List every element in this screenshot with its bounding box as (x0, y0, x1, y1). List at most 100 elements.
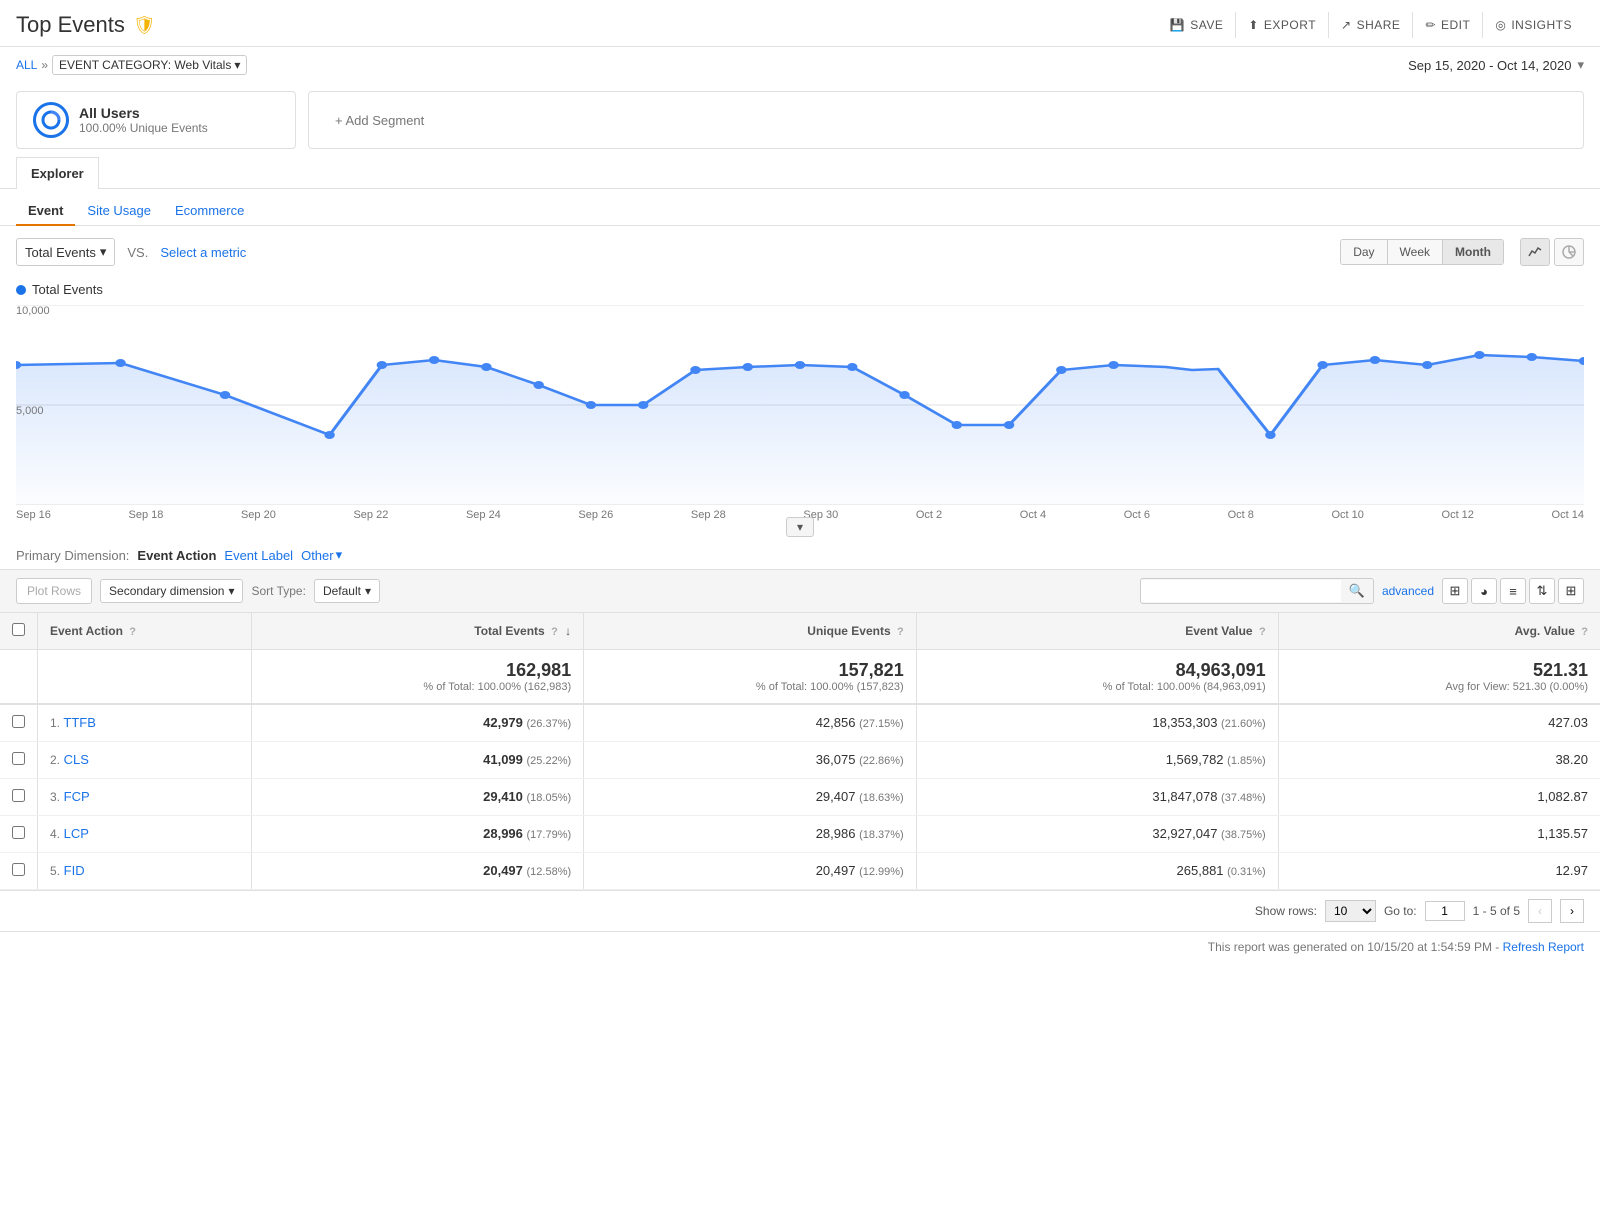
row-event-action: 5. FID (38, 853, 252, 890)
segment-sub: 100.00% Unique Events (79, 121, 208, 135)
date-range-selector[interactable]: Sep 15, 2020 - Oct 14, 2020 ▾ (1408, 57, 1584, 73)
row-unique-events: 36,075 (22.86%) (584, 742, 917, 779)
all-users-segment[interactable]: All Users 100.00% Unique Events (16, 91, 296, 149)
row-number: 3. (50, 790, 60, 804)
line-chart-button[interactable] (1520, 238, 1550, 266)
search-icon[interactable]: 🔍 (1341, 579, 1373, 603)
row-name-link[interactable]: FCP (64, 789, 90, 804)
pie-chart-button[interactable] (1554, 238, 1584, 266)
row-avg-value: 427.03 (1278, 704, 1600, 742)
help-icon-event-value[interactable]: ? (1259, 626, 1266, 638)
tab-ecommerce[interactable]: Ecommerce (163, 197, 256, 226)
select-metric-link[interactable]: Select a metric (160, 245, 246, 260)
row-name-link[interactable]: LCP (64, 826, 89, 841)
save-button[interactable]: 💾 SAVE (1158, 12, 1237, 38)
help-icon-total-events[interactable]: ? (551, 626, 558, 638)
row-name-link[interactable]: TTFB (63, 715, 96, 730)
sort-type-dropdown[interactable]: Default ▾ (314, 579, 380, 603)
table-view-buttons: ⊞ ◕ ≡ ⇅ ⊞ (1442, 578, 1584, 604)
secondary-dimension-dropdown[interactable]: Secondary dimension ▾ (100, 579, 243, 603)
breadcrumb: ALL » EVENT CATEGORY: Web Vitals ▾ (16, 55, 247, 75)
row-checkbox-2[interactable] (12, 789, 25, 802)
show-rows-select[interactable]: 10 25 50 100 (1325, 900, 1376, 922)
row-event-value: 18,353,303 (21.60%) (916, 704, 1278, 742)
row-checkbox-3[interactable] (12, 826, 25, 839)
day-button[interactable]: Day (1341, 240, 1387, 264)
sort-label: Sort Type: (251, 584, 305, 598)
page-info: 1 - 5 of 5 (1473, 904, 1520, 918)
th-event-action: Event Action ? (38, 613, 252, 650)
segment-name: All Users (79, 105, 208, 121)
row-checkbox-4[interactable] (12, 863, 25, 876)
table-view-custom1[interactable]: ⇅ (1529, 578, 1555, 604)
help-icon-avg-value[interactable]: ? (1581, 626, 1588, 638)
row-checkbox-cell (0, 816, 38, 853)
table-view-list[interactable]: ≡ (1500, 578, 1526, 604)
row-name-link[interactable]: FID (64, 863, 85, 878)
segment-circle-icon (33, 102, 69, 138)
table-row: 5. FID 20,497 (12.58%) 20,497 (12.99%) 2… (0, 853, 1600, 890)
table-controls: Plot Rows Secondary dimension ▾ Sort Typ… (0, 569, 1600, 613)
y-label-top: 10,000 (16, 305, 50, 317)
dim-event-label[interactable]: Event Label (224, 548, 293, 563)
table-search: 🔍 (1140, 578, 1374, 604)
row-event-action: 1. TTFB (38, 704, 252, 742)
select-all-checkbox[interactable] (12, 623, 25, 636)
row-checkbox-1[interactable] (12, 752, 25, 765)
dim-other[interactable]: Other ▾ (301, 547, 342, 563)
save-icon: 💾 (1170, 18, 1185, 32)
explorer-tab[interactable]: Explorer (16, 157, 99, 189)
row-unique-events: 20,497 (12.99%) (584, 853, 917, 890)
search-input[interactable] (1141, 580, 1341, 602)
plot-rows-button[interactable]: Plot Rows (16, 578, 92, 604)
segment-row: All Users 100.00% Unique Events + Add Se… (0, 83, 1600, 157)
row-checkbox-0[interactable] (12, 715, 25, 728)
row-number: 4. (50, 827, 60, 841)
breadcrumb-separator: » (41, 58, 48, 72)
row-number: 1. (50, 716, 60, 730)
page-title-area: Top Events 🛡 (16, 12, 156, 38)
table-view-pie[interactable]: ◕ (1471, 578, 1497, 604)
help-icon-unique-events[interactable]: ? (897, 626, 904, 638)
next-page-button[interactable]: › (1560, 899, 1584, 923)
primary-dim-label: Primary Dimension: (16, 548, 129, 563)
help-icon-event-action[interactable]: ? (129, 626, 136, 638)
share-button[interactable]: ↗ SHARE (1329, 12, 1413, 38)
row-number: 5. (50, 864, 60, 878)
row-avg-value: 38.20 (1278, 742, 1600, 779)
table-view-custom2[interactable]: ⊞ (1558, 578, 1584, 604)
th-checkbox (0, 613, 38, 650)
metric-dropdown[interactable]: Total Events ▾ (16, 238, 115, 266)
week-button[interactable]: Week (1388, 240, 1443, 264)
dim-other-dropdown-icon: ▾ (336, 547, 343, 563)
chart-container: 10,000 5,000 (16, 305, 1584, 505)
totals-row: 162,981 % of Total: 100.00% (162,983) 15… (0, 650, 1600, 705)
row-event-value: 1,569,782 (1.85%) (916, 742, 1278, 779)
row-total-events: 28,996 (17.79%) (251, 816, 584, 853)
primary-dimension: Primary Dimension: Event Action Event La… (0, 537, 1600, 569)
edit-icon: ✏ (1425, 18, 1436, 32)
tab-event[interactable]: Event (16, 197, 75, 226)
row-total-events: 42,979 (26.37%) (251, 704, 584, 742)
chart-legend: Total Events (16, 278, 1584, 305)
prev-page-button[interactable]: ‹ (1528, 899, 1552, 923)
tab-site-usage[interactable]: Site Usage (75, 197, 163, 226)
export-button[interactable]: ⬆ EXPORT (1236, 12, 1329, 38)
month-button[interactable]: Month (1443, 240, 1503, 264)
breadcrumb-category[interactable]: EVENT CATEGORY: Web Vitals ▾ (52, 55, 247, 75)
insights-button[interactable]: ◎ INSIGHTS (1483, 12, 1584, 38)
refresh-report-link[interactable]: Refresh Report (1503, 940, 1584, 954)
add-segment-button[interactable]: + Add Segment (308, 91, 1584, 149)
table-view-grid[interactable]: ⊞ (1442, 578, 1468, 604)
row-unique-events: 29,407 (18.63%) (584, 779, 917, 816)
edit-button[interactable]: ✏ EDIT (1413, 12, 1483, 38)
breadcrumb-all[interactable]: ALL (16, 58, 37, 72)
dim-event-action[interactable]: Event Action (137, 548, 216, 563)
sub-tabs: Event Site Usage Ecommerce (0, 189, 1600, 226)
data-table: Event Action ? Total Events ? ↓ Unique E… (0, 613, 1600, 890)
row-name-link[interactable]: CLS (64, 752, 89, 767)
advanced-link[interactable]: advanced (1382, 584, 1434, 598)
chart-scroll-button[interactable]: ▾ (786, 517, 814, 537)
goto-input[interactable] (1425, 901, 1465, 921)
row-event-value: 31,847,078 (37.48%) (916, 779, 1278, 816)
